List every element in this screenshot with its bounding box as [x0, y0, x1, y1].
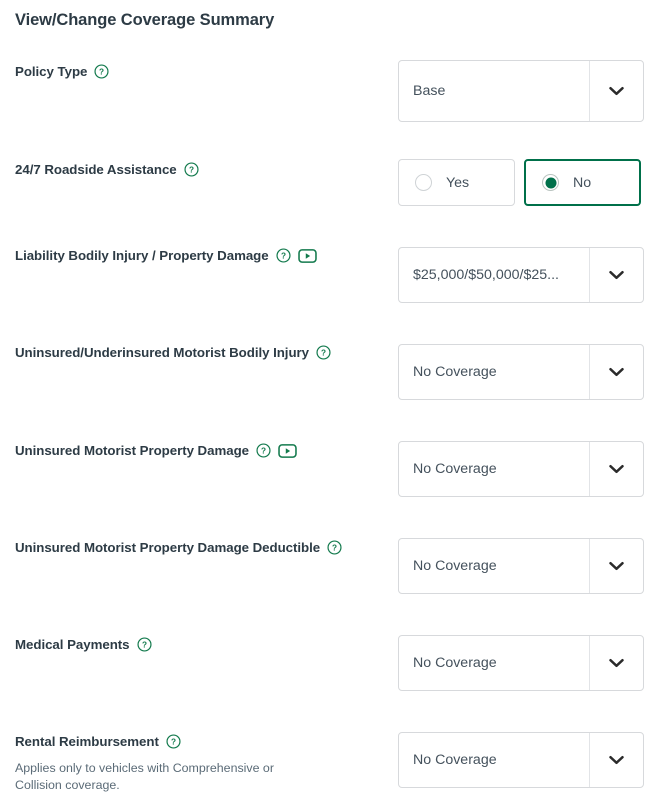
select-value: Base	[399, 61, 589, 121]
select-arrow-box[interactable]	[589, 539, 643, 593]
select-value-text: No Coverage	[413, 655, 497, 671]
radio-option-yes[interactable]: Yes	[398, 159, 515, 206]
label-um-property-damage: Uninsured Motorist Property Damage ?	[15, 443, 297, 458]
chevron-down-icon	[609, 561, 624, 571]
select-liability-bi-pd[interactable]: $25,000/$50,000/$25...	[398, 247, 644, 303]
svg-text:?: ?	[141, 641, 146, 650]
radio-label: Yes	[446, 174, 470, 191]
label-text: Policy Type	[15, 64, 88, 79]
label-rental-reimbursement: Rental Reimbursement ?	[15, 734, 181, 749]
label-um-bodily-injury: Uninsured/Underinsured Motorist Bodily I…	[15, 345, 331, 360]
svg-text:?: ?	[99, 68, 104, 77]
help-circle-icon[interactable]: ?	[327, 540, 342, 555]
label-policy-type: Policy Type ?	[15, 64, 109, 79]
video-play-icon[interactable]	[278, 443, 297, 458]
help-circle-icon[interactable]: ?	[316, 345, 331, 360]
chevron-down-icon	[609, 270, 624, 280]
label-text: 24/7 Roadside Assistance	[15, 162, 177, 177]
radio-label: No	[573, 174, 592, 191]
select-value: $25,000/$50,000/$25...	[399, 248, 589, 302]
radio-group-roadside-assistance: Yes No	[398, 159, 641, 206]
label-liability-bi-pd: Liability Bodily Injury / Property Damag…	[15, 248, 317, 263]
helper-text-rental-reimbursement: Applies only to vehicles with Comprehens…	[15, 761, 274, 792]
chevron-down-icon	[609, 464, 624, 474]
help-circle-icon[interactable]: ?	[166, 734, 181, 749]
select-value: No Coverage	[399, 733, 589, 787]
radio-dot	[415, 174, 432, 191]
select-arrow-box[interactable]	[589, 442, 643, 496]
help-circle-icon[interactable]: ?	[184, 162, 199, 177]
label-text: Uninsured Motorist Property Damage	[15, 443, 249, 458]
label-medical-payments: Medical Payments ?	[15, 637, 152, 652]
page-title: View/Change Coverage Summary	[15, 11, 275, 29]
chevron-down-icon	[609, 86, 624, 96]
select-rental-reimbursement[interactable]: No Coverage	[398, 732, 644, 788]
chevron-down-icon	[609, 755, 624, 765]
select-value: No Coverage	[399, 345, 589, 399]
select-value: No Coverage	[399, 539, 589, 593]
label-text: Uninsured Motorist Property Damage Deduc…	[15, 540, 321, 555]
label-text: Medical Payments	[15, 637, 130, 652]
svg-text:?: ?	[321, 349, 326, 358]
svg-text:?: ?	[332, 544, 337, 553]
help-circle-icon[interactable]: ?	[136, 637, 152, 652]
select-value-text: No Coverage	[413, 558, 497, 574]
select-arrow-box[interactable]	[589, 636, 643, 690]
label-text: Rental Reimbursement	[15, 734, 159, 749]
select-arrow-box[interactable]	[589, 248, 643, 302]
help-circle-icon[interactable]: ?	[94, 64, 109, 79]
label-text: Uninsured/Underinsured Motorist Bodily I…	[15, 345, 309, 360]
select-arrow-box[interactable]	[589, 345, 643, 399]
select-value-text: Base	[413, 83, 446, 99]
help-circle-icon[interactable]: ?	[256, 443, 271, 458]
svg-text:?: ?	[189, 166, 194, 175]
select-arrow-box[interactable]	[589, 61, 643, 121]
video-play-icon[interactable]	[297, 248, 317, 263]
svg-text:?: ?	[171, 738, 176, 747]
select-value: No Coverage	[399, 636, 589, 690]
select-value-text: No Coverage	[413, 752, 497, 768]
select-um-bodily-injury[interactable]: No Coverage	[398, 344, 644, 400]
radio-dot-selected	[542, 174, 559, 191]
coverage-summary-page: View/Change Coverage Summary Policy Type…	[0, 0, 659, 810]
label-text: Liability Bodily Injury / Property Damag…	[15, 248, 269, 263]
select-value-text: No Coverage	[413, 364, 497, 380]
select-value-text: $25,000/$50,000/$25...	[413, 267, 559, 283]
select-medical-payments[interactable]: No Coverage	[398, 635, 644, 691]
select-um-pd-deductible[interactable]: No Coverage	[398, 538, 644, 594]
help-circle-icon[interactable]: ?	[276, 248, 291, 263]
select-value: No Coverage	[399, 442, 589, 496]
svg-text:?: ?	[281, 252, 286, 261]
chevron-down-icon	[609, 367, 624, 377]
select-value-text: No Coverage	[413, 461, 497, 477]
select-arrow-box[interactable]	[589, 733, 643, 787]
svg-text:?: ?	[261, 447, 266, 456]
select-um-property-damage[interactable]: No Coverage	[398, 441, 644, 497]
label-um-pd-deductible: Uninsured Motorist Property Damage Deduc…	[15, 540, 342, 555]
label-roadside-assistance: 24/7 Roadside Assistance ?	[15, 162, 199, 177]
chevron-down-icon	[609, 658, 624, 668]
select-policy-type[interactable]: Base	[398, 60, 644, 122]
radio-option-no[interactable]: No	[524, 159, 641, 206]
